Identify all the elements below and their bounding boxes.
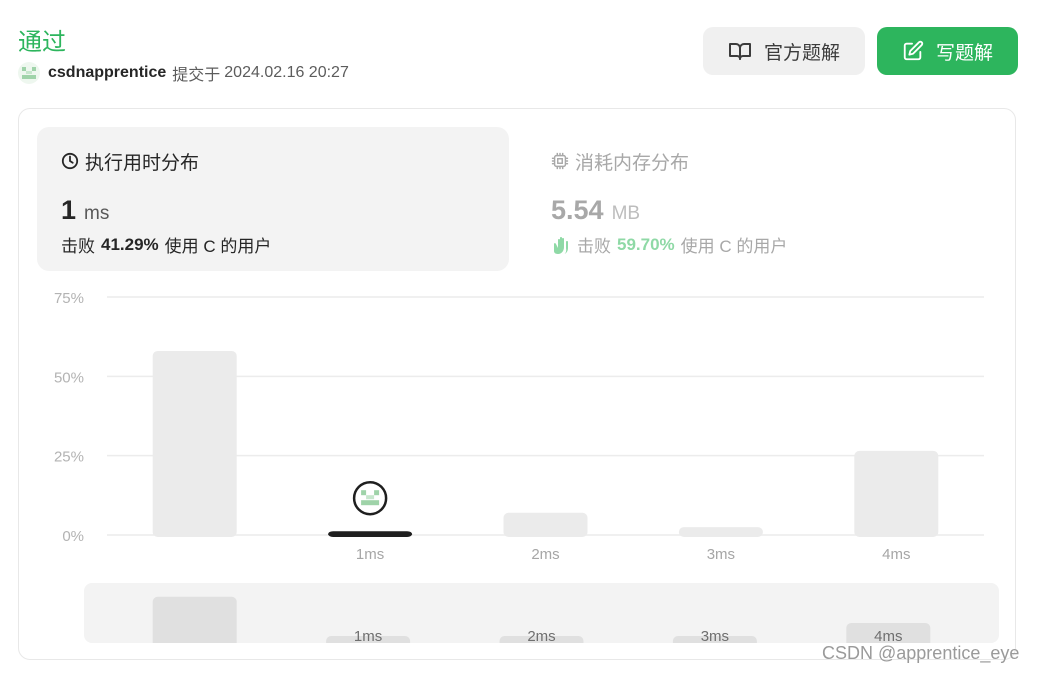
bar-selected[interactable] bbox=[328, 531, 413, 537]
runtime-beats-suffix: 使用 C 的用户 bbox=[164, 237, 272, 256]
x-tick-label: 2ms bbox=[531, 546, 559, 563]
memory-value: 5.54 bbox=[551, 195, 604, 225]
overview-bar[interactable] bbox=[152, 596, 237, 643]
edit-icon bbox=[903, 40, 924, 61]
memory-card[interactable]: 消耗内存分布 5.54 MB 击败 59.70% 使用 C 的用户 bbox=[527, 127, 999, 271]
y-tick-label: 0% bbox=[62, 528, 84, 545]
x-tick-label: 1ms bbox=[356, 546, 384, 563]
memory-title: 消耗内存分布 bbox=[551, 149, 975, 174]
memory-beats-suffix: 使用 C 的用户 bbox=[680, 237, 788, 256]
official-solution-button[interactable]: 官方题解 bbox=[703, 27, 865, 75]
runtime-distribution-chart[interactable]: 0% 25% 50% 75% 1ms 2ms 3ms 4ms bbox=[30, 285, 990, 570]
memory-title-text: 消耗内存分布 bbox=[575, 152, 690, 174]
memory-beats: 击败 59.70% 使用 C 的用户 bbox=[551, 232, 975, 257]
avatar-pixel bbox=[361, 490, 367, 496]
write-solution-button[interactable]: 写题解 bbox=[877, 27, 1018, 75]
clap-icon bbox=[554, 236, 568, 254]
memory-beats-percent: 59.70% bbox=[617, 234, 675, 254]
runtime-title-text: 执行用时分布 bbox=[85, 152, 200, 174]
runtime-card[interactable]: 执行用时分布 1 ms 击败 41.29% 使用 C 的用户 bbox=[37, 127, 509, 271]
memory-unit: MB bbox=[611, 203, 641, 224]
bar[interactable] bbox=[152, 350, 237, 537]
y-tick-label: 25% bbox=[54, 449, 84, 466]
submitter-info: csdnapprentice 提交于 2024.02.16 20:27 bbox=[18, 62, 349, 84]
watermark: CSDN @apprentice_eye bbox=[822, 643, 1020, 663]
user-marker-avatar[interactable] bbox=[352, 480, 388, 516]
runtime-beats-percent: 41.29% bbox=[101, 234, 159, 254]
chart-overview[interactable]: 1ms 2ms 3ms 4ms bbox=[84, 583, 999, 643]
chip-icon bbox=[551, 152, 569, 170]
runtime-beats: 击败 41.29% 使用 C 的用户 bbox=[61, 232, 485, 257]
memory-metric: 5.54 MB bbox=[551, 195, 975, 226]
clock-icon bbox=[61, 152, 79, 170]
runtime-beats-prefix: 击败 bbox=[61, 237, 95, 256]
runtime-title: 执行用时分布 bbox=[61, 149, 485, 174]
x-tick-label: 3ms bbox=[707, 546, 735, 563]
submitted-time: 2024.02.16 20:27 bbox=[224, 64, 349, 81]
write-solution-label: 写题解 bbox=[935, 42, 993, 64]
runtime-unit: ms bbox=[84, 203, 110, 224]
runtime-value: 1 bbox=[61, 195, 77, 225]
bar[interactable] bbox=[678, 527, 763, 537]
runtime-metric: 1 ms bbox=[61, 195, 485, 226]
memory-beats-prefix: 击败 bbox=[577, 237, 611, 256]
bar[interactable] bbox=[854, 450, 939, 537]
official-solution-label: 官方题解 bbox=[763, 42, 840, 64]
submitted-prefix: 提交于 bbox=[172, 67, 221, 84]
bar[interactable] bbox=[503, 512, 588, 537]
avatar-pixel bbox=[366, 495, 375, 500]
avatar[interactable] bbox=[18, 62, 40, 84]
y-tick-label: 75% bbox=[54, 290, 84, 307]
avatar-pixel bbox=[361, 500, 380, 506]
overview-tick-label: 2ms bbox=[527, 628, 555, 643]
overview-tick-label: 3ms bbox=[701, 628, 729, 643]
overview-tick-label: 4ms bbox=[874, 628, 902, 643]
x-tick-label: 4ms bbox=[882, 546, 910, 563]
avatar-pixel bbox=[374, 490, 380, 496]
book-icon bbox=[728, 43, 751, 60]
y-tick-label: 50% bbox=[54, 369, 84, 386]
username-link[interactable]: csdnapprentice bbox=[48, 64, 166, 82]
submission-status: 通过 bbox=[18, 29, 66, 56]
overview-chart[interactable]: 1ms 2ms 3ms 4ms bbox=[84, 583, 999, 643]
overview-tick-label: 1ms bbox=[354, 628, 382, 643]
